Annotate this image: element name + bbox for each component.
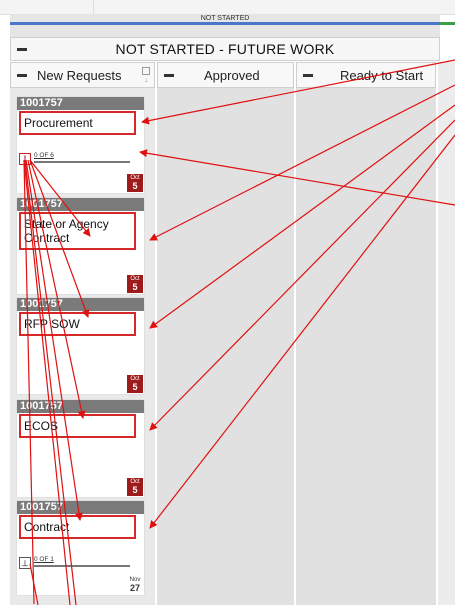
column-ready-to-start bbox=[296, 62, 436, 605]
hierarchy-icon[interactable]: ⊥ bbox=[19, 557, 31, 569]
due-day: 5 bbox=[132, 382, 138, 392]
column-approved bbox=[157, 62, 294, 605]
column-label: Ready to Start bbox=[340, 68, 424, 83]
top-band bbox=[0, 0, 455, 15]
due-date-badge: Oct 5 bbox=[127, 275, 143, 293]
card-title[interactable]: State or Agency Contract bbox=[19, 212, 136, 250]
card-contract[interactable]: 1001757 Contract ⊥ 0 OF 1 Nov 27 bbox=[17, 501, 144, 595]
card-procurement[interactable]: 1001757 Procurement ! 0 OF 6 Oct 5 bbox=[17, 97, 144, 193]
collapse-column-icon[interactable] bbox=[17, 74, 27, 77]
due-day: 5 bbox=[132, 485, 138, 495]
progress-text[interactable]: 0 OF 1 bbox=[34, 556, 54, 563]
card-id: 1001757 bbox=[17, 501, 144, 514]
card-title[interactable]: RFP SOW bbox=[19, 312, 136, 336]
progress-bar bbox=[34, 161, 130, 163]
card-state-agency-contract[interactable]: 1001757 State or Agency Contract Oct 5 bbox=[17, 198, 144, 294]
warning-icon[interactable]: ! bbox=[19, 153, 31, 165]
lane-title: NOT STARTED - FUTURE WORK bbox=[115, 41, 335, 57]
column-header-approved[interactable]: Approved bbox=[157, 62, 294, 88]
lane-header[interactable]: NOT STARTED - FUTURE WORK bbox=[10, 37, 440, 61]
column-header-new-requests[interactable]: New Requests ↓ bbox=[10, 62, 155, 88]
due-date-badge: Oct 5 bbox=[127, 375, 143, 393]
card-title[interactable]: Contract bbox=[19, 515, 136, 539]
column-label: New Requests bbox=[37, 68, 122, 83]
progress-text[interactable]: 0 OF 6 bbox=[34, 152, 54, 159]
expand-icon[interactable] bbox=[142, 67, 150, 75]
sort-down-icon[interactable]: ↓ bbox=[145, 77, 149, 84]
due-day: 27 bbox=[129, 583, 140, 593]
card-id: 1001757 bbox=[17, 400, 144, 413]
column-next bbox=[438, 62, 455, 605]
due-date-badge: Oct 5 bbox=[127, 478, 143, 496]
due-day: 5 bbox=[132, 282, 138, 292]
column-header-ready-to-start[interactable]: Ready to Start bbox=[296, 62, 436, 88]
status-label: NOT STARTED bbox=[197, 15, 253, 22]
status-line-next bbox=[440, 22, 455, 25]
due-date-badge: Oct 5 bbox=[127, 174, 143, 192]
card-id: 1001757 bbox=[17, 198, 144, 211]
card-progress[interactable]: ⊥ 0 OF 1 bbox=[19, 556, 139, 571]
card-ecos[interactable]: 1001757 ECOS Oct 5 bbox=[17, 400, 144, 497]
due-day: 5 bbox=[132, 181, 138, 191]
card-progress[interactable]: ! 0 OF 6 bbox=[19, 152, 139, 167]
collapse-column-icon[interactable] bbox=[303, 74, 313, 77]
collapse-column-icon[interactable] bbox=[164, 74, 174, 77]
kanban-board: NOT STARTED NOT STARTED - FUTURE WORK Ne… bbox=[0, 0, 455, 605]
card-id: 1001757 bbox=[17, 97, 144, 110]
card-title[interactable]: ECOS bbox=[19, 414, 136, 438]
progress-bar bbox=[34, 565, 130, 567]
card-id: 1001757 bbox=[17, 298, 144, 311]
status-line-not-started: NOT STARTED bbox=[10, 15, 440, 25]
top-band-divider bbox=[93, 0, 94, 14]
column-label: Approved bbox=[204, 68, 260, 83]
due-date-badge: Nov 27 bbox=[127, 576, 143, 594]
card-title[interactable]: Procurement bbox=[19, 111, 136, 135]
card-rfp-sow[interactable]: 1001757 RFP SOW Oct 5 bbox=[17, 298, 144, 394]
